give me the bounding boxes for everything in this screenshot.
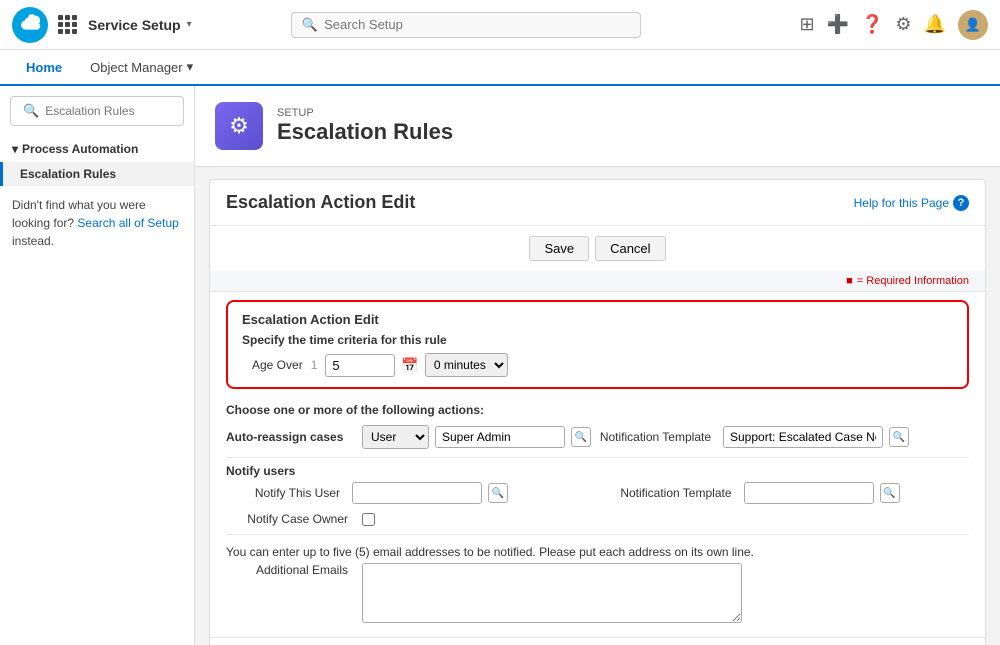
second-nav: Home Object Manager ▾ [0, 50, 1000, 86]
not-found-suffix: instead. [12, 234, 54, 248]
notify-users-row: Notify This User 🔍 Notification Template… [226, 482, 969, 504]
bottom-btn-row: Save Cancel [210, 637, 985, 645]
auto-reassign-lookup-btn[interactable]: 🔍 [571, 427, 591, 447]
notification-template-lookup-btn[interactable]: 🔍 [889, 427, 909, 447]
search-all-label: Search all of Setup [77, 216, 178, 230]
notify-notification-template-input[interactable] [744, 482, 874, 504]
notify-this-user-col: Notify This User 🔍 [226, 482, 578, 504]
required-info: ■ = Required Information [846, 275, 969, 287]
section-label: Process Automation [22, 142, 138, 156]
auto-reassign-type-select[interactable]: User Queue [362, 425, 429, 449]
notify-notification-template-label: Notification Template [618, 486, 738, 500]
sidebar-search-input[interactable] [45, 104, 171, 118]
escalation-box-title: Escalation Action Edit [242, 312, 953, 327]
tab-object-manager-label: Object Manager [90, 60, 183, 75]
tab-home-label: Home [26, 60, 62, 75]
notify-users-section: Notify users Notify This User 🔍 Notifica… [226, 464, 969, 526]
tab-object-manager[interactable]: Object Manager ▾ [76, 50, 207, 86]
additional-emails-section: You can enter up to five (5) email addre… [226, 541, 969, 631]
notify-this-user-input[interactable] [352, 482, 482, 504]
salesforce-logo [12, 7, 48, 43]
search-all-link[interactable]: Search all of Setup [77, 216, 178, 230]
setup-label: SETUP [277, 107, 453, 119]
sidebar-item-escalation-rules[interactable]: Escalation Rules [0, 162, 194, 186]
notify-case-owner-label: Notify Case Owner [226, 512, 356, 526]
time-criteria-label: Specify the time criteria for this rule [242, 333, 953, 347]
cancel-button-top[interactable]: Cancel [595, 236, 665, 261]
help-link-label: Help for this Page [854, 196, 949, 210]
sidebar-not-found: Didn't find what you were looking for? S… [0, 186, 194, 260]
sidebar-search-icon: 🔍 [23, 103, 39, 119]
search-icon: 🔍 [302, 17, 318, 33]
help-icon: ? [953, 195, 969, 211]
main-content: ⚙ SETUP Escalation Rules Escalation Acti… [195, 86, 1000, 645]
auto-reassign-value-input[interactable] [435, 426, 565, 448]
settings-icon[interactable]: ⚙ [895, 14, 911, 35]
notify-case-owner-row: Notify Case Owner [226, 512, 969, 526]
add-btn[interactable]: ➕ [827, 14, 849, 35]
layout: 🔍 ▾ Process Automation Escalation Rules … [0, 86, 1000, 645]
notification-template-input[interactable] [723, 426, 883, 448]
add-icon[interactable]: ⊞ [799, 14, 814, 35]
setup-icon: ⚙ [215, 102, 263, 150]
save-button-top[interactable]: Save [529, 236, 589, 261]
additional-emails-label: Additional Emails [226, 563, 356, 577]
page-header-text: SETUP Escalation Rules [277, 107, 453, 145]
auto-reassign-label: Auto-reassign cases [226, 430, 356, 444]
sidebar-item-label: Escalation Rules [20, 167, 116, 181]
grid-icon[interactable] [58, 15, 78, 35]
app-name: Service Setup [88, 17, 181, 33]
form-container: Escalation Action Edit Help for this Pag… [209, 179, 986, 645]
additional-emails-info: You can enter up to five (5) email addre… [226, 545, 969, 559]
help-link[interactable]: Help for this Page ? [854, 195, 969, 211]
notify-case-owner-checkbox[interactable] [362, 513, 375, 526]
divider-1 [226, 457, 969, 458]
form-title-bar: Escalation Action Edit Help for this Pag… [210, 180, 985, 225]
notify-template-lookup-btn[interactable]: 🔍 [880, 483, 900, 503]
tab-home[interactable]: Home [12, 50, 76, 86]
required-indicator: ■ [846, 275, 853, 287]
required-text: = Required Information [857, 275, 969, 287]
notify-users-label: Notify users [226, 464, 969, 478]
sidebar: 🔍 ▾ Process Automation Escalation Rules … [0, 86, 195, 645]
top-btn-row: Save Cancel [210, 225, 985, 271]
calendar-icon[interactable]: 📅 [401, 357, 418, 374]
sidebar-search[interactable]: 🔍 [10, 96, 184, 126]
form-inner-header: ■ = Required Information [210, 271, 985, 292]
age-over-num: 1 [311, 358, 318, 372]
escalation-box: Escalation Action Edit Specify the time … [226, 300, 969, 389]
age-over-label: Age Over [252, 358, 303, 372]
section-collapse-arrow: ▾ [12, 142, 18, 156]
time-criteria-row: Age Over 1 📅 0 minutes hours days [252, 353, 953, 377]
time-unit-select[interactable]: 0 minutes hours days [425, 353, 508, 377]
auto-reassign-section: Auto-reassign cases User Queue 🔍 Notific… [226, 425, 969, 449]
page-title: Escalation Rules [277, 119, 453, 145]
search-input[interactable] [324, 17, 630, 32]
app-name-section: Service Setup ▾ [58, 15, 192, 35]
help-icon[interactable]: ❓ [861, 14, 883, 35]
top-nav-actions: ⊞ ➕ ❓ ⚙ 🔔 👤 [799, 10, 988, 40]
additional-emails-textarea[interactable] [362, 563, 742, 623]
notify-template-col: Notification Template 🔍 [618, 482, 970, 504]
app-dropdown-arrow[interactable]: ▾ [187, 19, 192, 30]
avatar[interactable]: 👤 [958, 10, 988, 40]
form-main-title: Escalation Action Edit [226, 192, 415, 213]
search-bar[interactable]: 🔍 [291, 12, 641, 38]
page-header: ⚙ SETUP Escalation Rules [195, 86, 1000, 167]
top-nav: Service Setup ▾ 🔍 ⊞ ➕ ❓ ⚙ 🔔 👤 [0, 0, 1000, 50]
notify-user-lookup-btn[interactable]: 🔍 [488, 483, 508, 503]
actions-section: Choose one or more of the following acti… [210, 397, 985, 637]
auto-reassign-row: Auto-reassign cases User Queue 🔍 Notific… [226, 425, 969, 449]
tab-object-manager-arrow: ▾ [187, 59, 194, 75]
divider-2 [226, 534, 969, 535]
notification-template-label: Notification Template [597, 430, 717, 444]
actions-section-title: Choose one or more of the following acti… [226, 403, 969, 417]
notify-this-user-label: Notify This User [226, 486, 346, 500]
time-value-input[interactable] [325, 354, 395, 377]
sidebar-section-process-automation[interactable]: ▾ Process Automation [0, 136, 194, 162]
notifications-icon[interactable]: 🔔 [924, 14, 946, 35]
